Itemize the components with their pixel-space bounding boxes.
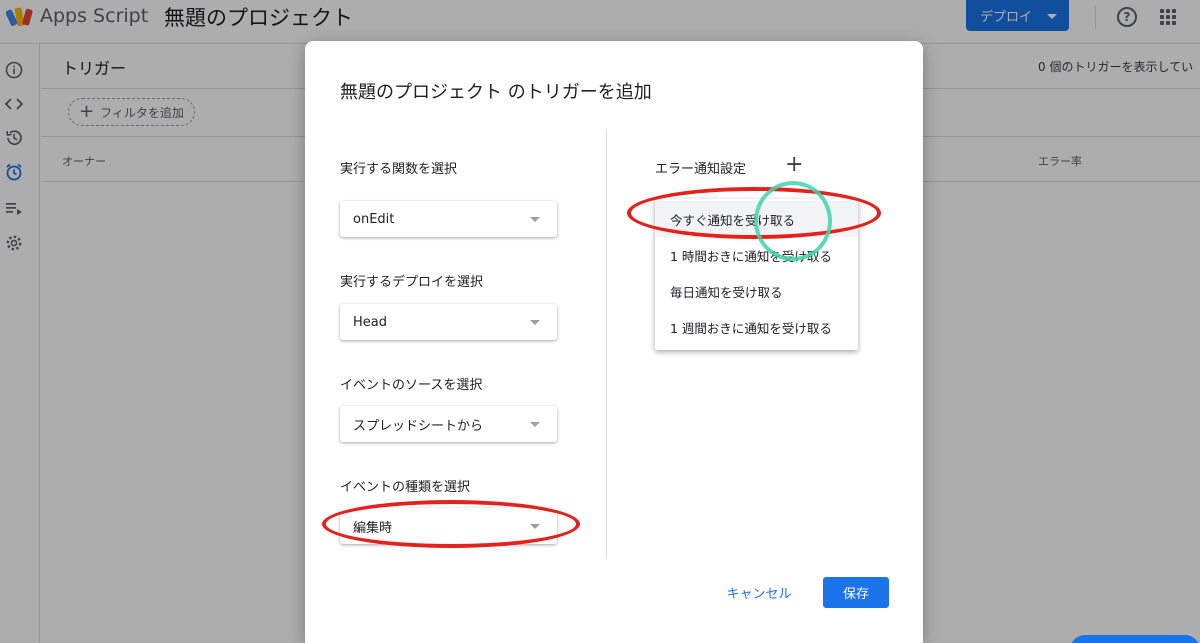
event-source-select[interactable]: スプレッドシートから: [340, 406, 557, 442]
function-select[interactable]: onEdit: [340, 201, 557, 237]
deployment-select-value: Head: [353, 314, 387, 330]
event-type-select[interactable]: 編集時: [340, 508, 557, 544]
dropdown-arrow-icon: [530, 320, 540, 325]
menu-item-notify-hourly[interactable]: 1 時間おきに通知を受け取る: [655, 237, 858, 273]
event-type-label: イベントの種類を選択: [340, 480, 471, 495]
error-notification-label: エラー通知設定: [655, 162, 747, 177]
column-divider: [606, 129, 607, 559]
event-type-select-value: 編集時: [353, 520, 393, 536]
add-trigger-dialog: 無題のプロジェクト のトリガーを追加 実行する関数を選択 onEdit 実行する…: [305, 41, 923, 643]
save-button[interactable]: 保存: [823, 577, 889, 608]
event-source-select-value: スプレッドシートから: [353, 418, 484, 434]
event-source-label: イベントのソースを選択: [340, 378, 483, 393]
menu-item-notify-daily[interactable]: 毎日通知を受け取る: [655, 273, 858, 309]
dropdown-arrow-icon: [530, 524, 540, 529]
deployment-label: 実行するデプロイを選択: [340, 275, 484, 290]
function-select-value: onEdit: [353, 211, 395, 227]
dropdown-arrow-icon: [530, 422, 540, 427]
deployment-select[interactable]: Head: [340, 304, 557, 340]
corner-button[interactable]: [1070, 635, 1200, 643]
error-notification-menu: 今すぐ通知を受け取る 1 時間おきに通知を受け取る 毎日通知を受け取る 1 週間…: [655, 199, 858, 350]
cancel-button[interactable]: キャンセル: [723, 577, 795, 608]
add-notification-plus-icon[interactable]: +: [785, 154, 803, 176]
dialog-title: 無題のプロジェクト のトリガーを追加: [340, 82, 652, 103]
dropdown-arrow-icon: [530, 217, 540, 222]
function-label: 実行する関数を選択: [340, 162, 458, 177]
menu-item-notify-weekly[interactable]: 1 週間おきに通知を受け取る: [655, 309, 858, 345]
menu-item-notify-immediately[interactable]: 今すぐ通知を受け取る: [655, 201, 858, 237]
